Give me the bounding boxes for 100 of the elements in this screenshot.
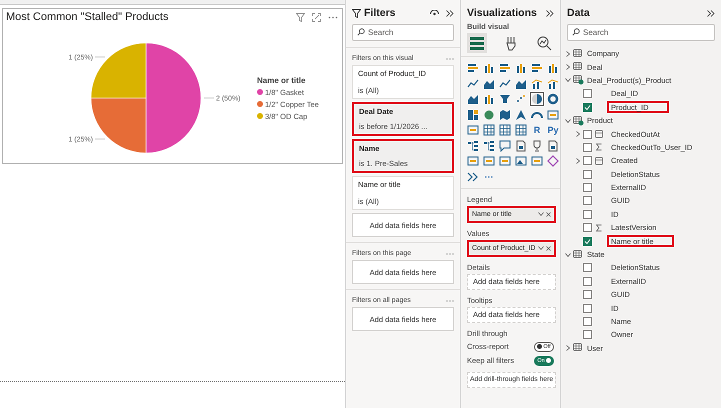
calendar-icon [595,130,603,138]
card-icon [499,155,511,167]
visual-type-button[interactable] [482,138,496,152]
visual-type-button[interactable] [466,108,480,122]
visual-type-button[interactable] [498,92,512,106]
expand-toggle[interactable] [565,252,571,258]
field-checkbox[interactable] [583,210,592,219]
expand-toggle[interactable] [565,345,571,352]
expand-toggle[interactable] [565,50,571,57]
visual-type-button[interactable] [530,154,544,168]
table-icon [573,343,584,354]
chevron-right-icon [565,345,571,352]
leader-line [94,56,106,58]
visual-type-button[interactable] [530,92,544,106]
area-chart-icon [467,93,479,105]
field-checkbox[interactable] [583,290,592,300]
visual-type-button[interactable] [514,123,528,137]
field-checkbox[interactable] [583,304,592,313]
visual-type-button[interactable] [514,108,528,122]
field-checkbox[interactable] [583,89,592,98]
visual-type-button[interactable]: ··· [482,170,496,184]
table-icon [573,116,584,126]
search-field[interactable]: Search [567,24,715,41]
close-icon [546,212,551,216]
document-icon [515,140,527,152]
visual-type-button[interactable] [546,138,560,152]
pane-title: Data [567,7,590,19]
field-checkbox[interactable] [583,156,592,166]
field-checkbox[interactable] [583,142,592,152]
table-icon [515,124,527,136]
field-checkbox[interactable] [583,183,592,192]
visual-type-button[interactable] [482,92,496,106]
table-icon [573,62,584,72]
search-icon [357,28,365,36]
expand-toggle[interactable] [565,64,571,70]
expand-toggle[interactable] [575,158,581,164]
visual-type-button[interactable] [466,154,480,168]
field-checkbox[interactable] [583,263,592,272]
field-checkbox[interactable] [583,223,592,232]
bar-chart-icon [467,62,479,74]
pane-title: Filters [364,7,396,19]
card-icon [483,155,495,167]
table-icon [499,124,511,136]
visual-type-button[interactable] [498,108,512,122]
card-icon [467,155,479,167]
visual-type-button[interactable] [514,61,528,75]
table-icon [573,75,584,86]
navigation-arrow-icon [515,108,527,120]
visual-type-button[interactable] [514,138,528,152]
visual-type-button[interactable] [546,61,560,75]
visual-type-button[interactable] [530,61,544,75]
expand-toggle[interactable] [565,77,571,84]
visual-type-button[interactable]: Py [546,123,560,137]
expand-toggle[interactable] [565,118,571,124]
field-checkbox[interactable] [583,317,592,326]
field-checkbox[interactable] [583,276,592,286]
funnel-icon [499,93,511,105]
visual-type-button[interactable] [498,61,512,75]
pane-title: Visualizations [467,7,537,19]
double-chevron-icon [467,170,479,182]
pane-mode-button[interactable] [467,33,487,53]
visual-type-button[interactable] [482,154,496,168]
visual-type-button[interactable] [546,108,560,122]
treemap-icon [467,108,479,120]
pie-chart-icon [531,93,543,105]
chevron-right-icon [575,158,581,164]
visual-type-button[interactable] [546,154,560,168]
field-checkbox[interactable] [583,170,592,179]
combo-chart-icon [547,78,559,90]
field-checkbox[interactable] [583,236,592,246]
visual-type-button[interactable] [530,76,544,90]
visual-type-button[interactable] [466,61,480,75]
expand-toggle[interactable] [575,131,581,138]
column-chart-icon [483,93,495,105]
visual-type-button[interactable] [546,76,560,90]
sigma-icon [595,224,603,232]
field-checkbox[interactable] [583,330,592,340]
scatter-chart-icon [515,93,527,105]
collapse-icon [707,10,715,16]
visual-type-button[interactable] [482,61,496,75]
visual-type-button[interactable] [482,123,496,137]
visual-type-button[interactable] [498,154,512,168]
field-checkbox[interactable] [583,130,592,139]
visual-type-button[interactable]: R [530,123,544,137]
area-chart-icon [515,78,527,90]
visual-type-button[interactable] [514,154,528,168]
visual-type-button[interactable] [498,138,512,152]
visual-type-button[interactable] [498,123,512,137]
image-icon [515,155,527,167]
search-field[interactable]: Search [352,24,454,41]
visual-type-button[interactable] [466,138,480,152]
chevron-down-icon [565,252,571,258]
field-checkbox[interactable] [583,196,592,206]
visual-type-button[interactable] [466,123,480,137]
line-chart-icon [499,78,511,90]
collapse-icon [546,10,554,16]
field-checkbox[interactable] [583,102,592,112]
table-icon [573,250,584,260]
visual-type-button[interactable] [466,170,480,184]
visual-type-button[interactable] [546,92,560,106]
